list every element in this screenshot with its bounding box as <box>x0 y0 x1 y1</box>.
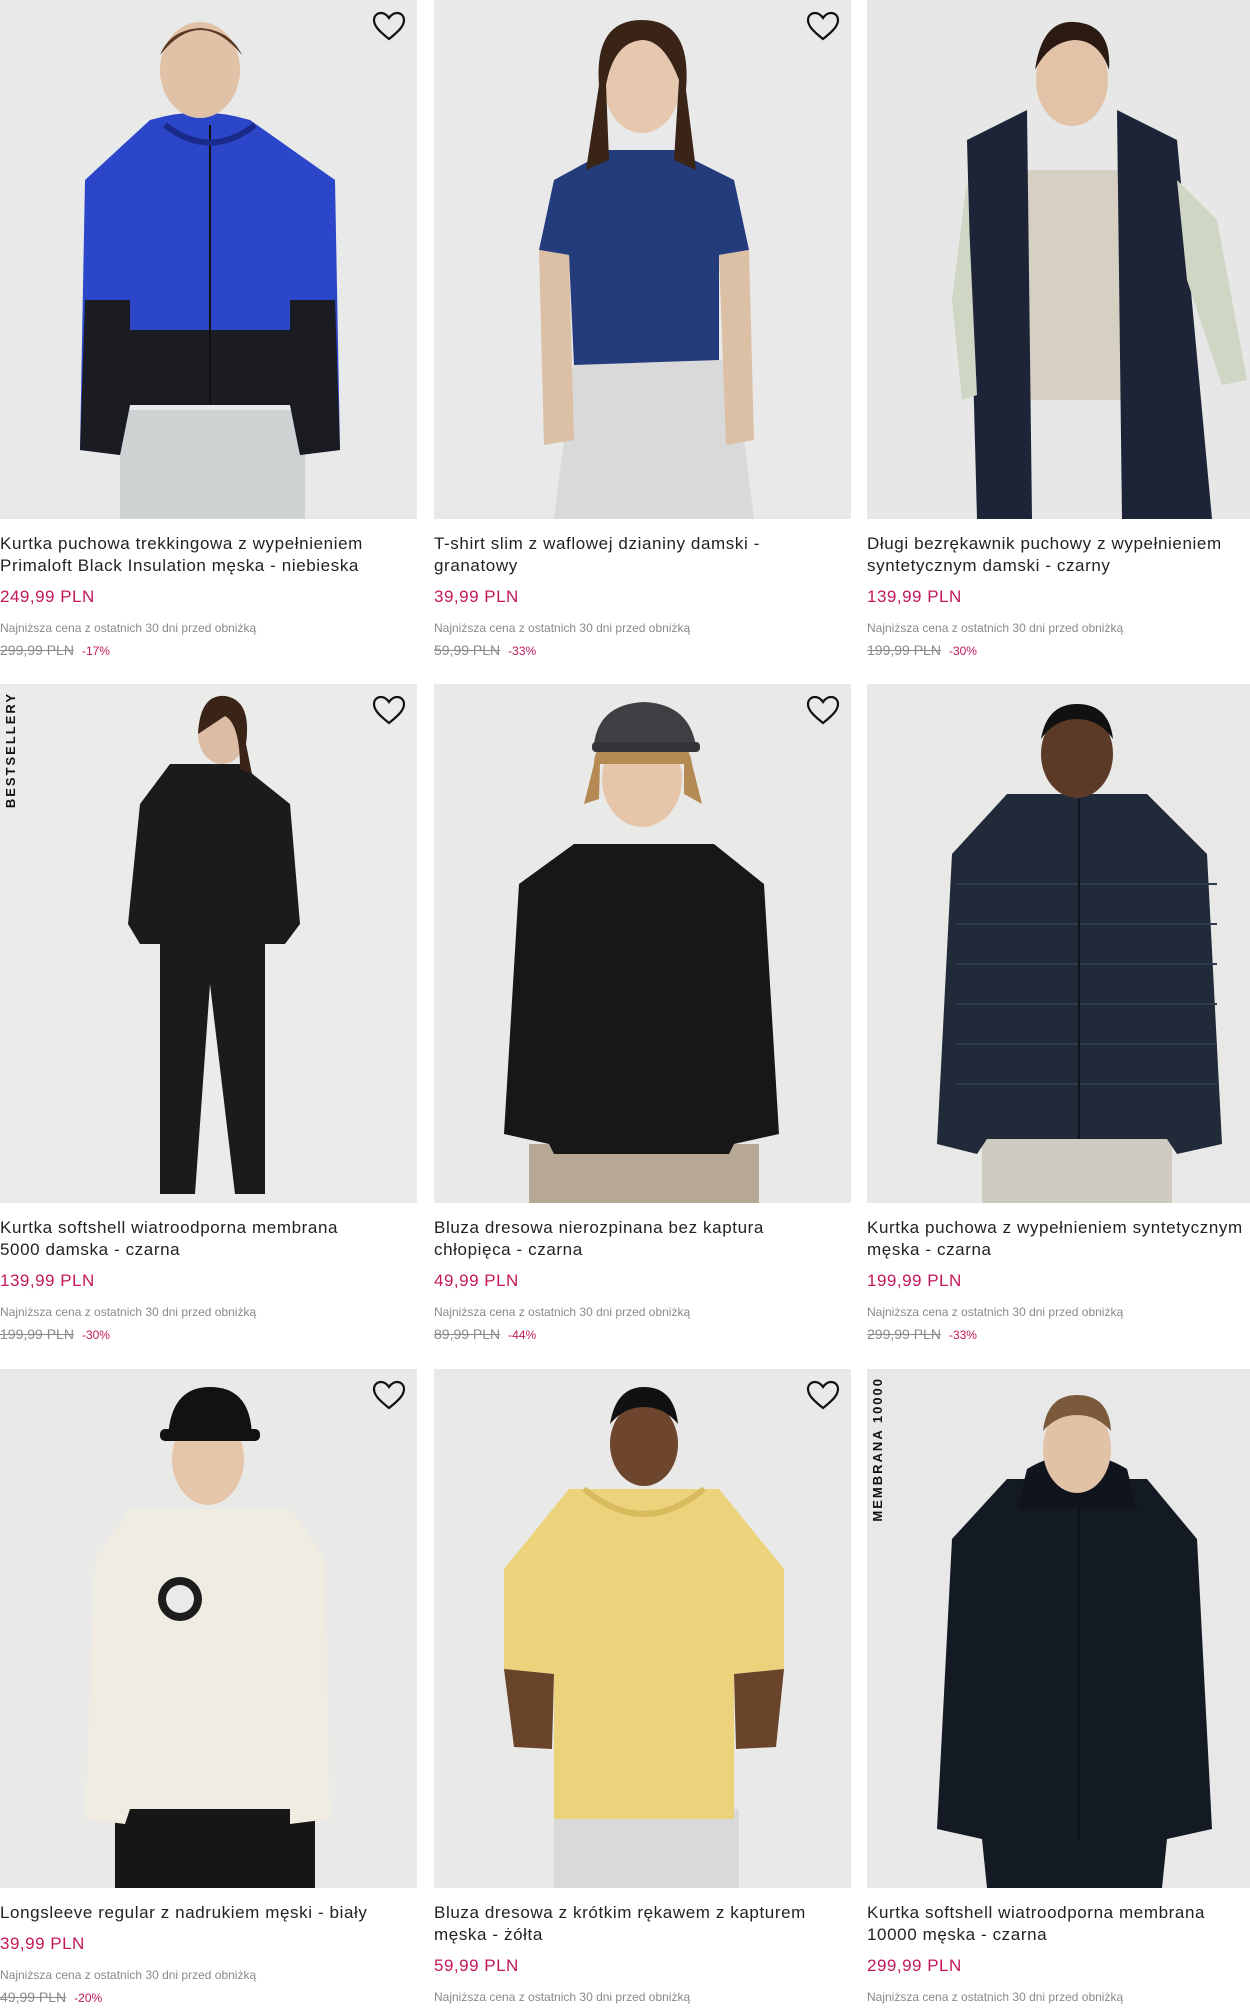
favorite-button[interactable] <box>805 694 841 726</box>
model-image <box>434 1369 851 1888</box>
product-price: 139,99 PLN <box>0 1271 95 1290</box>
product-photo[interactable] <box>0 1369 417 1888</box>
heart-outline-icon <box>806 1380 840 1410</box>
discount-badge: -20% <box>74 1991 103 2005</box>
model-image <box>0 0 417 519</box>
product-price: 299,99 PLN <box>867 1956 962 1975</box>
model-image <box>0 684 417 1203</box>
heart-outline-icon <box>806 695 840 725</box>
product-name[interactable]: Bluza dresowa nierozpinana bez kaptura c… <box>434 1217 844 1261</box>
product-name[interactable]: T-shirt slim z waflowej dzianiny damski … <box>434 533 844 577</box>
discount-badge: -33% <box>508 644 537 658</box>
heart-outline-icon <box>372 695 406 725</box>
product-name[interactable]: Długi bezrękawnik puchowy z wypełnieniem… <box>867 533 1250 577</box>
product-photo[interactable] <box>0 0 417 519</box>
bestseller-badge: BESTSELLERY <box>3 692 18 809</box>
lowest-price-note: Najniższa cena z ostatnich 30 dni przed … <box>0 1305 257 1319</box>
product-price: 49,99 PLN <box>434 1271 519 1290</box>
old-price: 89,99 PLN <box>434 1326 501 1342</box>
product-card[interactable]: Bluza dresowa z krótkim rękawem z kaptur… <box>434 1369 851 2014</box>
product-card[interactable]: Długi bezrękawnik puchowy z wypełnieniem… <box>867 0 1250 684</box>
old-price: 199,99 PLN <box>867 642 941 658</box>
product-photo[interactable] <box>867 684 1250 1203</box>
lowest-price-note: Najniższa cena z ostatnich 30 dni przed … <box>0 1968 257 1982</box>
model-image <box>867 0 1250 519</box>
lowest-price-note: Najniższa cena z ostatnich 30 dni przed … <box>0 621 257 635</box>
product-photo[interactable]: BESTSELLERY <box>0 684 417 1203</box>
product-card[interactable]: Bluza dresowa nierozpinana bez kaptura c… <box>434 684 851 1368</box>
heart-outline-icon <box>372 11 406 41</box>
old-price: 199,99 PLN <box>0 1326 74 1342</box>
product-name[interactable]: Kurtka softshell wiatroodporna membrana … <box>0 1217 410 1261</box>
model-image <box>0 1369 417 1888</box>
model-image <box>434 0 851 519</box>
favorite-button[interactable] <box>371 694 407 726</box>
product-card[interactable]: MEMBRANA 10000 Kurtka softshell wiatrood… <box>867 1369 1250 2014</box>
product-photo[interactable] <box>434 0 851 519</box>
product-grid: Kurtka puchowa trekkingowa z wypełnienie… <box>0 0 1250 2014</box>
product-price: 199,99 PLN <box>867 1271 962 1290</box>
product-photo[interactable] <box>867 0 1250 519</box>
discount-badge: -33% <box>948 1328 977 1342</box>
old-price-row: 299,99 PLN -17% <box>0 642 110 658</box>
lowest-price-note: Najniższa cena z ostatnich 30 dni przed … <box>867 1990 1124 2004</box>
product-card[interactable]: Kurtka puchowa z wypełnieniem syntetyczn… <box>867 684 1250 1368</box>
lowest-price-note: Najniższa cena z ostatnich 30 dni przed … <box>434 621 691 635</box>
favorite-button[interactable] <box>371 10 407 42</box>
favorite-button[interactable] <box>805 1379 841 1411</box>
product-photo[interactable]: MEMBRANA 10000 <box>867 1369 1250 1888</box>
old-price: 299,99 PLN <box>867 1326 941 1342</box>
model-image <box>867 684 1250 1203</box>
product-card[interactable]: T-shirt slim z waflowej dzianiny damski … <box>434 0 851 684</box>
model-image <box>434 684 851 1203</box>
product-price: 139,99 PLN <box>867 587 962 606</box>
old-price-row: 199,99 PLN -30% <box>0 1326 110 1342</box>
product-name[interactable]: Bluza dresowa z krótkim rękawem z kaptur… <box>434 1902 844 1946</box>
discount-badge: -30% <box>81 1328 110 1342</box>
old-price: 299,99 PLN <box>0 642 74 658</box>
product-card[interactable]: Longsleeve regular z nadrukiem męski - b… <box>0 1369 417 2014</box>
lowest-price-note: Najniższa cena z ostatnich 30 dni przed … <box>867 1305 1124 1319</box>
product-photo[interactable] <box>434 684 851 1203</box>
old-price-row: 59,99 PLN -33% <box>434 642 536 658</box>
product-price: 39,99 PLN <box>434 587 519 606</box>
product-photo[interactable] <box>434 1369 851 1888</box>
old-price-row: 299,99 PLN -33% <box>867 1326 977 1342</box>
lowest-price-note: Najniższa cena z ostatnich 30 dni przed … <box>434 1990 691 2004</box>
discount-badge: -30% <box>948 644 977 658</box>
model-image <box>867 1369 1250 1888</box>
product-name[interactable]: Kurtka puchowa trekkingowa z wypełnienie… <box>0 533 410 577</box>
heart-outline-icon <box>806 11 840 41</box>
old-price-row: 199,99 PLN -30% <box>867 642 977 658</box>
favorite-button[interactable] <box>805 10 841 42</box>
discount-badge: -17% <box>81 644 110 658</box>
old-price-row: 89,99 PLN -44% <box>434 1326 536 1342</box>
product-card[interactable]: Kurtka puchowa trekkingowa z wypełnienie… <box>0 0 417 684</box>
old-price: 59,99 PLN <box>434 642 501 658</box>
old-price-row: 49,99 PLN -20% <box>0 1989 102 2005</box>
product-price: 59,99 PLN <box>434 1956 519 1975</box>
product-name[interactable]: Kurtka softshell wiatroodporna membrana … <box>867 1902 1250 1946</box>
membrane-badge: MEMBRANA 10000 <box>870 1377 885 1522</box>
lowest-price-note: Najniższa cena z ostatnich 30 dni przed … <box>434 1305 691 1319</box>
product-name[interactable]: Kurtka puchowa z wypełnieniem syntetyczn… <box>867 1217 1250 1261</box>
product-card[interactable]: BESTSELLERY Kurtka softshell wiatroodpor… <box>0 684 417 1368</box>
lowest-price-note: Najniższa cena z ostatnich 30 dni przed … <box>867 621 1124 635</box>
product-price: 249,99 PLN <box>0 587 95 606</box>
old-price: 49,99 PLN <box>0 1989 67 2005</box>
heart-outline-icon <box>372 1380 406 1410</box>
product-price: 39,99 PLN <box>0 1934 85 1953</box>
favorite-button[interactable] <box>371 1379 407 1411</box>
discount-badge: -44% <box>508 1328 537 1342</box>
